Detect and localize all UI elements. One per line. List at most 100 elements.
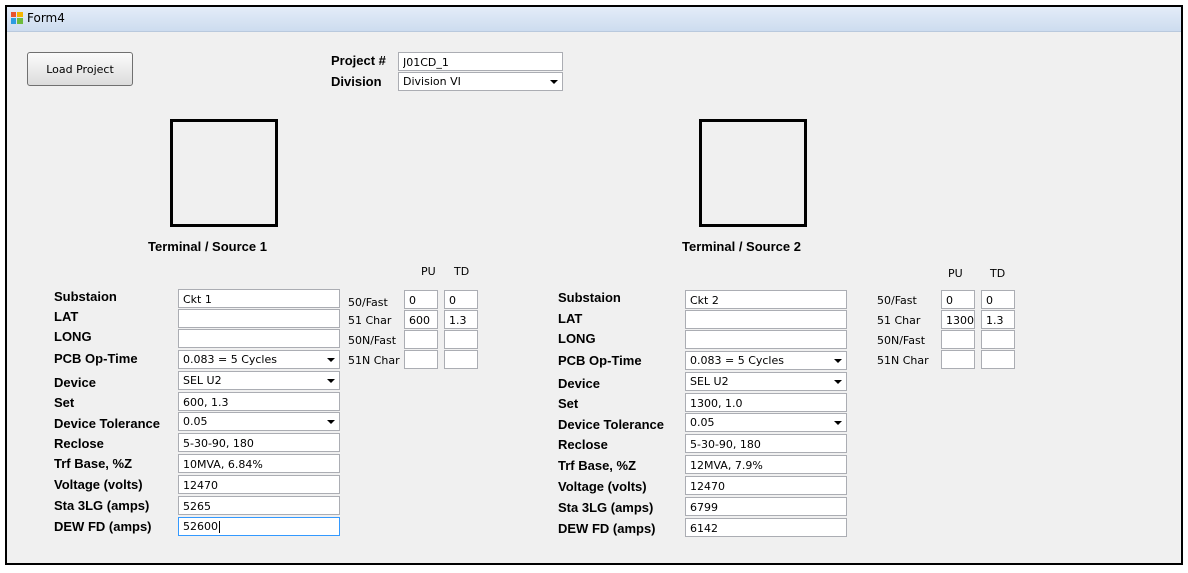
t1-device-dropdown[interactable]: SEL U2	[178, 371, 340, 390]
t1-tolerance-dropdown[interactable]: 0.05	[178, 412, 340, 431]
t2-device-dropdown[interactable]: SEL U2	[685, 372, 847, 391]
terminal-2-title: Terminal / Source 2	[682, 239, 801, 254]
t2-tolerance-label: Device Tolerance	[558, 417, 664, 432]
t2-reclose-label: Reclose	[558, 437, 608, 452]
t2-reclose-input[interactable]	[685, 434, 847, 453]
t1-51char-td[interactable]	[444, 310, 478, 329]
t2-device-value: SEL U2	[690, 375, 729, 388]
t1-set-input[interactable]	[178, 392, 340, 411]
text-caret	[219, 521, 220, 533]
chevron-down-icon	[327, 358, 335, 362]
chevron-down-icon	[834, 421, 842, 425]
terminal-1-box	[170, 119, 278, 227]
t2-tolerance-value: 0.05	[690, 416, 715, 429]
chevron-down-icon	[834, 380, 842, 384]
t2-sta3lg-label: Sta 3LG (amps)	[558, 500, 654, 515]
t1-50nfast-pu[interactable]	[404, 330, 438, 349]
t1-sta3lg-input[interactable]	[178, 496, 340, 515]
form-app-icon	[11, 12, 23, 24]
t2-set-label: Set	[558, 396, 579, 411]
t1-substation-input[interactable]	[178, 289, 340, 308]
t1-trf-input[interactable]	[178, 454, 340, 473]
chevron-down-icon	[834, 359, 842, 363]
t1-51char-label: 51 Char	[348, 314, 392, 327]
division-dropdown[interactable]: Division VI	[398, 72, 563, 91]
t2-51char-pu[interactable]	[941, 310, 975, 329]
t2-trf-input[interactable]	[685, 455, 847, 474]
t1-dewfd-label: DEW FD (amps)	[54, 519, 152, 534]
t2-td-header: TD	[990, 267, 1006, 280]
t2-trf-label: Trf Base, %Z	[558, 458, 637, 473]
t2-long-input[interactable]	[685, 330, 847, 349]
t2-50fast-td[interactable]	[981, 290, 1015, 309]
chevron-down-icon	[550, 80, 558, 84]
t1-51nchar-td[interactable]	[444, 350, 478, 369]
t2-voltage-label: Voltage (volts)	[558, 479, 647, 494]
t2-substation-label: Substaion	[558, 290, 621, 305]
t1-pcb-value: 0.083 = 5 Cycles	[183, 353, 277, 366]
window-title: Form4	[27, 11, 65, 25]
t2-50nfast-pu[interactable]	[941, 330, 975, 349]
chevron-down-icon	[327, 379, 335, 383]
form-window: Form4 Load Project Project # Division Di…	[5, 5, 1183, 565]
t1-tolerance-label: Device Tolerance	[54, 416, 160, 431]
t1-pu-header: PU	[421, 265, 436, 278]
t2-pcb-value: 0.083 = 5 Cycles	[690, 354, 784, 367]
t1-tolerance-value: 0.05	[183, 415, 208, 428]
t1-device-label: Device	[54, 375, 96, 390]
t2-lat-label: LAT	[558, 311, 583, 326]
t1-set-label: Set	[54, 395, 75, 410]
t1-50fast-label: 50/Fast	[348, 296, 388, 309]
t2-lat-input[interactable]	[685, 310, 847, 329]
t2-51nchar-pu[interactable]	[941, 350, 975, 369]
division-label: Division	[331, 74, 382, 89]
t1-50nfast-td[interactable]	[444, 330, 478, 349]
t2-tolerance-dropdown[interactable]: 0.05	[685, 413, 847, 432]
project-number-input[interactable]	[398, 52, 563, 71]
t2-pcb-label: PCB Op-Time	[558, 353, 642, 368]
t1-reclose-input[interactable]	[178, 433, 340, 452]
t2-50nfast-label: 50N/Fast	[877, 334, 926, 347]
t1-trf-label: Trf Base, %Z	[54, 456, 133, 471]
division-selected-value: Division VI	[403, 75, 461, 88]
t2-dewfd-label: DEW FD (amps)	[558, 521, 656, 536]
title-bar[interactable]: Form4	[7, 7, 1181, 32]
t1-dewfd-value: 52600	[183, 520, 218, 533]
t1-50fast-td[interactable]	[444, 290, 478, 309]
t1-substation-label: Substaion	[54, 289, 117, 304]
t1-51nchar-label: 51N Char	[348, 354, 400, 367]
t2-50fast-label: 50/Fast	[877, 294, 917, 307]
t1-pcb-dropdown[interactable]: 0.083 = 5 Cycles	[178, 350, 340, 369]
load-project-button[interactable]: Load Project	[27, 52, 133, 86]
t2-voltage-input[interactable]	[685, 476, 847, 495]
t1-voltage-input[interactable]	[178, 475, 340, 494]
t1-sta3lg-label: Sta 3LG (amps)	[54, 498, 150, 513]
t1-pcb-label: PCB Op-Time	[54, 351, 138, 366]
t2-50nfast-td[interactable]	[981, 330, 1015, 349]
t1-50fast-pu[interactable]	[404, 290, 438, 309]
form-client-area: Load Project Project # Division Division…	[7, 32, 1181, 563]
t2-51nchar-td[interactable]	[981, 350, 1015, 369]
t2-dewfd-input[interactable]	[685, 518, 847, 537]
t1-51char-pu[interactable]	[404, 310, 438, 329]
t1-lat-input[interactable]	[178, 309, 340, 328]
project-number-label: Project #	[331, 53, 386, 68]
t1-50nfast-label: 50N/Fast	[348, 334, 397, 347]
terminal-2-box	[699, 119, 807, 227]
t1-voltage-label: Voltage (volts)	[54, 477, 143, 492]
t2-substation-input[interactable]	[685, 290, 847, 309]
t1-td-header: TD	[454, 265, 470, 278]
chevron-down-icon	[327, 420, 335, 424]
t1-device-value: SEL U2	[183, 374, 222, 387]
t2-51nchar-label: 51N Char	[877, 354, 929, 367]
t2-51char-td[interactable]	[981, 310, 1015, 329]
t1-long-label: LONG	[54, 329, 92, 344]
t2-set-input[interactable]	[685, 393, 847, 412]
t1-long-input[interactable]	[178, 329, 340, 348]
t2-50fast-pu[interactable]	[941, 290, 975, 309]
t1-dewfd-input[interactable]: 52600	[178, 517, 340, 536]
t2-pcb-dropdown[interactable]: 0.083 = 5 Cycles	[685, 351, 847, 370]
t1-51nchar-pu[interactable]	[404, 350, 438, 369]
t2-sta3lg-input[interactable]	[685, 497, 847, 516]
t2-pu-header: PU	[948, 267, 963, 280]
